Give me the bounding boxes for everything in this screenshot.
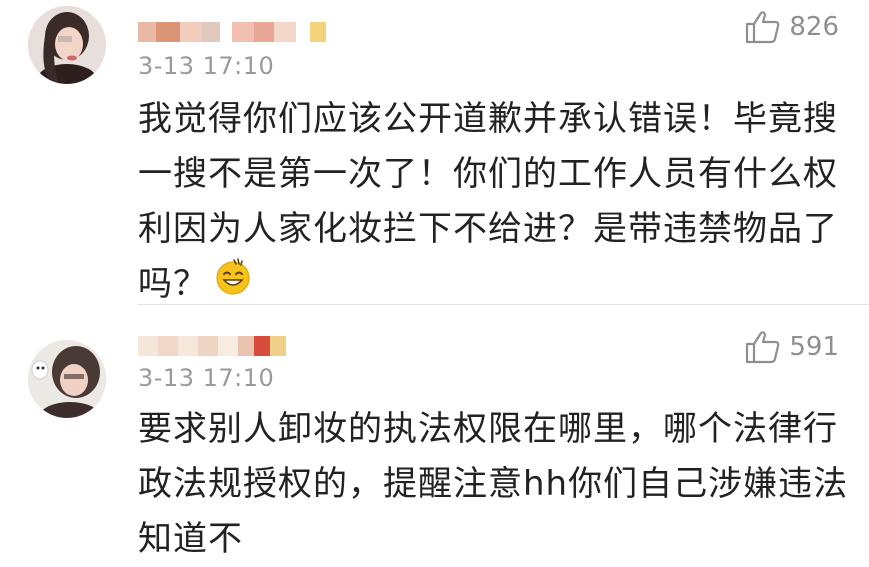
comment-item: 3-13 17:10 591 要求别人卸妆的执法权限在哪里，哪个法律行 政法规授… xyxy=(0,306,869,559)
divider xyxy=(138,304,869,305)
comment-line: 要求别人卸妆的执法权限在哪里，哪个法律行 xyxy=(138,409,838,449)
comment-line: 我觉得你们应该公开道歉并承认错误！毕竟搜 xyxy=(138,99,838,139)
comment-line: 一搜不是第一次了！你们的工作人员有什么权 xyxy=(138,154,838,194)
comment-timestamp: 3-13 17:10 xyxy=(138,364,275,392)
avatar[interactable] xyxy=(28,6,106,84)
comment-text: 我觉得你们应该公开道歉并承认错误！毕竟搜 一搜不是第一次了！你们的工作人员有什么… xyxy=(138,92,838,313)
comment-line: 利因为人家化妆拦下不给进？是带违禁物品了 xyxy=(138,209,838,249)
like-button[interactable]: 826 xyxy=(745,10,839,44)
comment-line: 政法规授权的，提醒注意hh你们自己涉嫌违法 xyxy=(138,464,849,504)
comment-text: 要求别人卸妆的执法权限在哪里，哪个法律行 政法规授权的，提醒注意hh你们自己涉嫌… xyxy=(138,402,849,567)
comment-line: 知道不 xyxy=(138,519,243,559)
comment-timestamp: 3-13 17:10 xyxy=(138,52,275,80)
like-count: 826 xyxy=(789,12,839,42)
like-count: 591 xyxy=(789,332,839,362)
avatar[interactable] xyxy=(28,340,106,418)
comment-item: 3-13 17:10 826 我觉得你们应该公开道歉并承认错误！毕竟搜 一搜不是… xyxy=(0,0,869,306)
thumbs-up-icon xyxy=(746,331,780,364)
thumbs-up-icon xyxy=(746,11,780,44)
username-pixelated[interactable] xyxy=(138,22,326,42)
like-button[interactable]: 591 xyxy=(745,330,839,364)
username-pixelated[interactable] xyxy=(138,336,286,356)
